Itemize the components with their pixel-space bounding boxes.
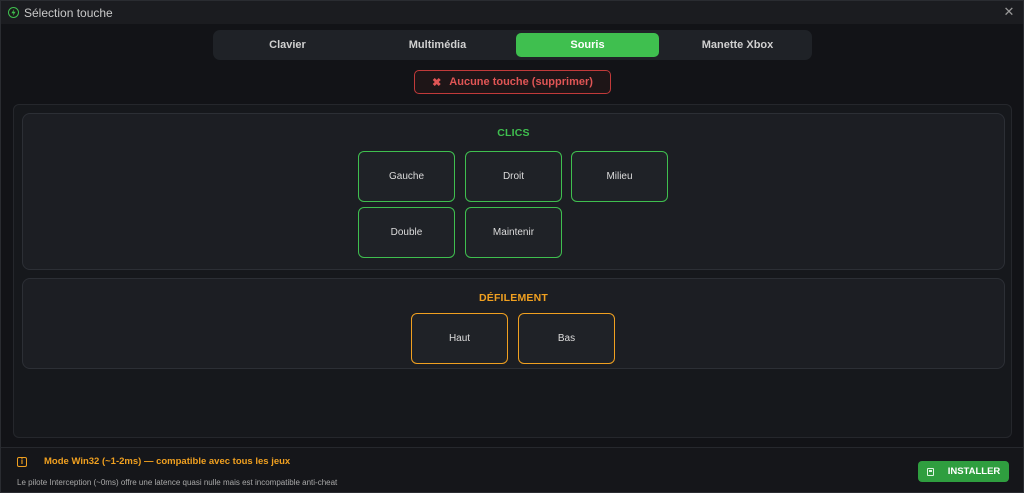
key-bas-button[interactable]: Bas <box>518 313 615 364</box>
title-bar: Sélection touche ✕ <box>1 1 1023 24</box>
tab-manette-xbox[interactable]: Manette Xbox <box>666 33 809 57</box>
key-gauche-button[interactable]: Gauche <box>358 151 455 202</box>
info-icon: i <box>17 457 27 467</box>
close-icon[interactable]: ✕ <box>1002 4 1016 19</box>
clics-group-title: CLICS <box>497 127 530 139</box>
install-button[interactable]: INSTALLER <box>918 461 1009 482</box>
key-double-button[interactable]: Double <box>358 207 455 258</box>
mode-status-text: Mode Win32 (~1-2ms) — compatible avec to… <box>44 456 291 467</box>
tab-clavier[interactable]: Clavier <box>216 33 359 57</box>
tab-multimedia[interactable]: Multimédia <box>366 33 509 57</box>
app-bolt-icon <box>8 7 19 18</box>
clics-group: CLICS Gauche Droit Milieu Double Mainten… <box>22 113 1005 270</box>
no-key-label: Aucune touche (supprimer) <box>449 76 593 88</box>
window-title: Sélection touche <box>24 5 113 20</box>
key-milieu-button[interactable]: Milieu <box>571 151 668 202</box>
footer-bar: i Mode Win32 (~1-2ms) — compatible avec … <box>1 447 1023 492</box>
key-droit-button[interactable]: Droit <box>465 151 562 202</box>
tab-souris[interactable]: Souris <box>516 33 659 57</box>
scroll-group-title: DÉFILEMENT <box>478 292 549 304</box>
key-maintenir-button[interactable]: Maintenir <box>465 207 562 258</box>
driver-hint-text: Le pilote Interception (~0ms) offre une … <box>17 478 338 487</box>
key-selection-window: Sélection touche ✕ Clavier Multimédia So… <box>0 0 1024 493</box>
key-content-panel: CLICS Gauche Droit Milieu Double Mainten… <box>13 104 1012 438</box>
scroll-group: DÉFILEMENT Haut Bas <box>22 278 1005 369</box>
category-tabs: Clavier Multimédia Souris Manette Xbox <box>213 30 812 60</box>
cross-icon: ✖ <box>432 76 442 89</box>
disk-icon <box>926 467 934 476</box>
key-haut-button[interactable]: Haut <box>411 313 508 364</box>
no-key-delete-button[interactable]: ✖ Aucune touche (supprimer) <box>414 70 611 94</box>
install-label: INSTALLER <box>947 466 1001 477</box>
